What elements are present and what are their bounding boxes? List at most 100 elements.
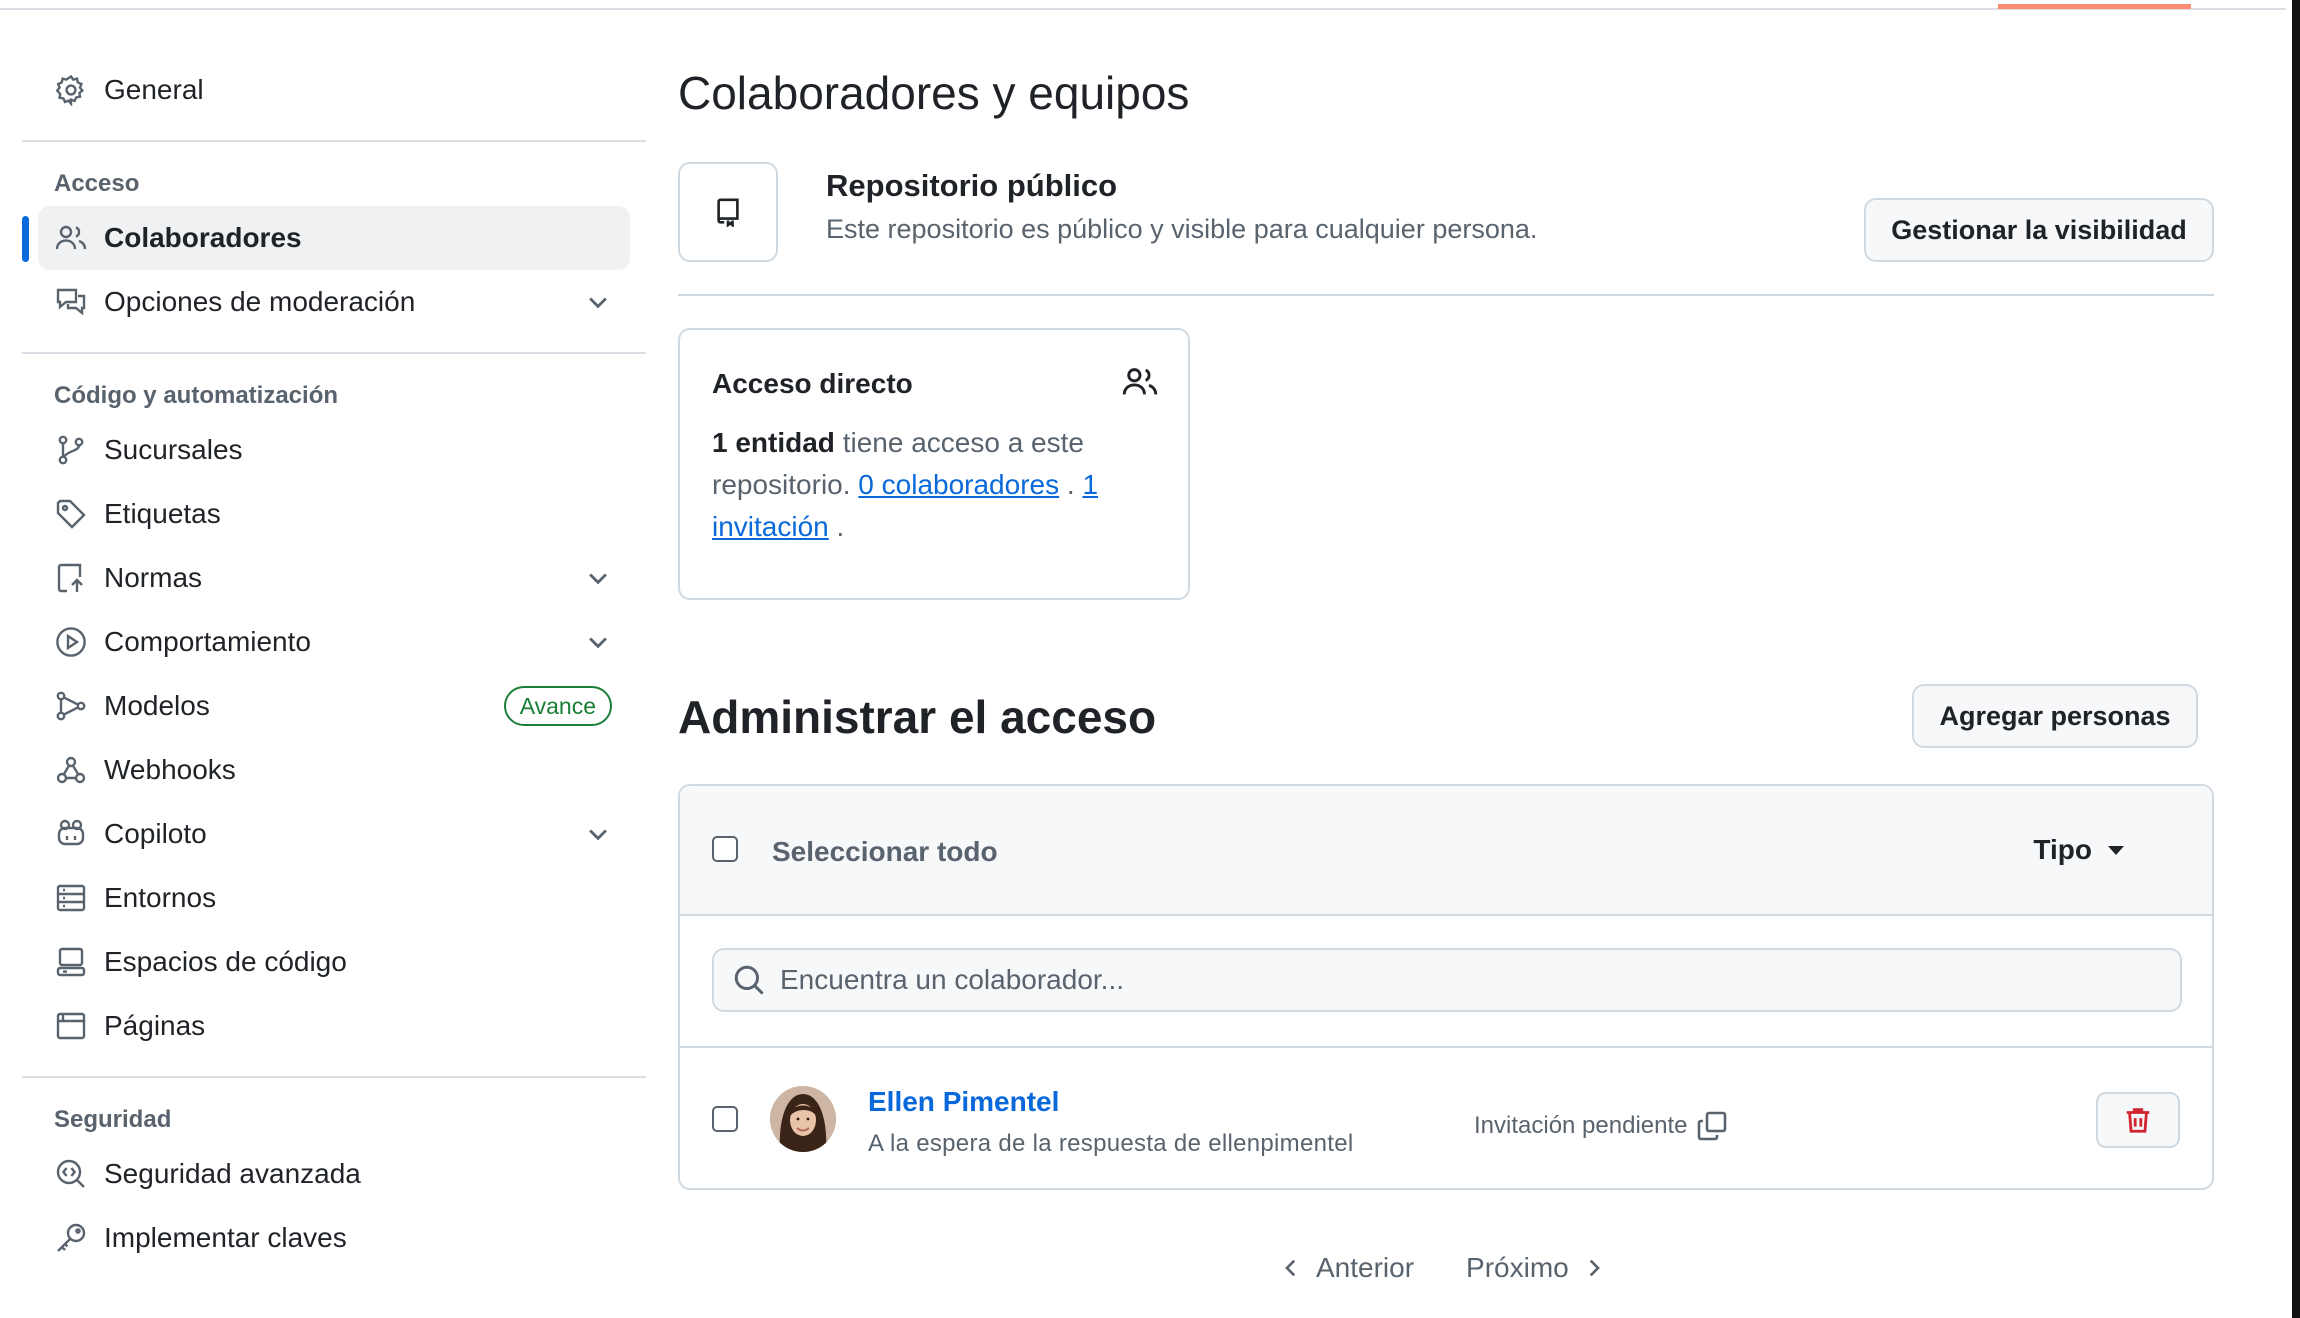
sidebar-item-copilot[interactable]: Copiloto <box>22 802 646 866</box>
sidebar-item-branches[interactable]: Sucursales <box>22 418 646 482</box>
divider <box>678 294 2214 296</box>
sidebar-item-label: Opciones de moderación <box>104 286 416 317</box>
divider <box>22 140 646 142</box>
collaborator-name-link[interactable]: Ellen Pimentel <box>868 1086 1059 1118</box>
server-icon <box>54 881 88 915</box>
row-checkbox[interactable] <box>712 1106 738 1132</box>
gear-icon <box>54 73 88 107</box>
chevron-down-icon[interactable] <box>584 820 612 848</box>
type-filter-dropdown[interactable]: Tipo <box>2033 834 2124 866</box>
search-input[interactable] <box>780 964 2160 996</box>
sidebar-item-label: General <box>104 74 204 105</box>
collaborators-link[interactable]: 0 colaboradores <box>858 469 1059 500</box>
sidebar-item-label: Webhooks <box>104 754 236 785</box>
sidebar-item-environments[interactable]: Entornos <box>22 866 646 930</box>
visibility-description: Este repositorio es público y visible pa… <box>826 214 1538 244</box>
repo-push-icon <box>54 561 88 595</box>
sidebar-item-label: Etiquetas <box>104 498 221 529</box>
direct-access-card: Acceso directo 1 entidad tiene acceso a … <box>678 328 1190 600</box>
remove-collaborator-button[interactable] <box>2096 1092 2180 1148</box>
trash-icon <box>2126 1108 2150 1133</box>
settings-sidebar: General Acceso Colaboradores Opciones de… <box>22 58 646 1270</box>
section-heading-code: Código y automatización <box>54 382 339 409</box>
select-all-label: Seleccionar todo <box>772 836 998 867</box>
comment-discussion-icon <box>54 285 88 319</box>
tag-icon <box>54 497 88 531</box>
visibility-title: Repositorio público <box>826 168 1118 203</box>
window-edge <box>2286 0 2300 1318</box>
search-icon <box>734 965 764 995</box>
workflow-icon <box>54 689 88 723</box>
type-filter-label: Tipo <box>2033 834 2092 865</box>
preview-badge: Avance <box>503 686 612 726</box>
sidebar-item-label: Espacios de código <box>104 946 347 977</box>
sidebar-item-webhooks[interactable]: Webhooks <box>22 738 646 802</box>
repo-icon <box>717 198 739 227</box>
people-icon <box>54 221 88 255</box>
add-people-button[interactable]: Agregar personas <box>1912 684 2198 748</box>
chevron-down-icon[interactable] <box>584 564 612 592</box>
chevron-down-icon[interactable] <box>584 288 612 316</box>
sidebar-item-rules[interactable]: Normas <box>22 546 646 610</box>
sidebar-item-moderation[interactable]: Opciones de moderación <box>22 270 646 334</box>
repo-visibility-icon-box <box>678 162 778 262</box>
sidebar-item-label: Páginas <box>104 1010 206 1041</box>
search-row <box>680 916 2212 1048</box>
invitation-status: Invitación pendiente <box>1474 1110 1728 1142</box>
top-border <box>0 0 2300 10</box>
previous-page-button[interactable]: Anterior <box>1278 1252 1414 1284</box>
chevron-down-icon[interactable] <box>584 628 612 656</box>
sidebar-item-label: Entornos <box>104 882 217 913</box>
sidebar-item-behavior[interactable]: Comportamiento <box>22 610 646 674</box>
sidebar-item-label: Copiloto <box>104 818 207 849</box>
browser-icon <box>54 1009 88 1043</box>
direct-access-title: Acceso directo <box>712 368 913 399</box>
summary-separator: . <box>1059 469 1083 500</box>
pagination: Anterior Próximo <box>1278 1252 1607 1284</box>
collaborator-search <box>712 948 2182 1012</box>
copy-icon[interactable] <box>1696 1110 1728 1142</box>
manage-access-heading: Administrar el acceso <box>678 691 1157 743</box>
sidebar-item-label: Sucursales <box>104 434 243 465</box>
chevron-left-icon <box>1285 1259 1296 1277</box>
sidebar-item-label: Normas <box>104 562 203 593</box>
divider <box>22 1076 646 1078</box>
page-title: Colaboradores y equipos <box>678 67 1190 119</box>
play-icon <box>54 625 88 659</box>
git-branch-icon <box>54 433 88 467</box>
key-icon <box>54 1221 88 1255</box>
summary-end: . <box>828 511 845 542</box>
sidebar-item-deploy-keys[interactable]: Implementar claves <box>22 1206 646 1270</box>
sidebar-item-label: Seguridad avanzada <box>104 1158 361 1189</box>
direct-access-summary: 1 entidad tiene acceso a este repositori… <box>712 422 1162 548</box>
table-header: Seleccionar todo Tipo <box>680 786 2212 916</box>
sidebar-item-tags[interactable]: Etiquetas <box>22 482 646 546</box>
previous-label: Anterior <box>1316 1252 1415 1283</box>
active-tab-underline <box>1998 0 2191 9</box>
sidebar-item-general[interactable]: General <box>22 58 646 122</box>
sidebar-item-collaborators[interactable]: Colaboradores <box>22 206 630 270</box>
section-heading-access: Acceso <box>54 170 140 197</box>
avatar[interactable] <box>770 1086 836 1152</box>
collaborator-subtitle: A la espera de la respuesta de ellenpime… <box>868 1130 1354 1157</box>
next-page-button[interactable]: Próximo <box>1466 1252 1607 1284</box>
divider <box>22 352 646 354</box>
sidebar-item-advanced-security[interactable]: Seguridad avanzada <box>22 1142 646 1206</box>
sidebar-item-label: Implementar claves <box>104 1222 347 1253</box>
sidebar-item-pages[interactable]: Páginas <box>22 994 646 1058</box>
sidebar-item-models[interactable]: Modelos Avance <box>22 674 646 738</box>
people-icon <box>1122 368 1158 395</box>
codescan-icon <box>54 1157 88 1191</box>
access-table: Seleccionar todo Tipo Encuentra un colab… <box>678 784 2214 1190</box>
sidebar-item-label: Modelos <box>104 690 210 721</box>
webhook-icon <box>54 753 88 787</box>
manage-visibility-button[interactable]: Gestionar la visibilidad <box>1864 198 2214 262</box>
section-heading-security: Seguridad <box>54 1106 172 1133</box>
sidebar-item-label: Colaboradores <box>104 222 302 253</box>
chevron-right-icon <box>1589 1259 1600 1277</box>
table-row: Ellen Pimentel A la espera de la respues… <box>680 1048 2212 1188</box>
next-label: Próximo <box>1466 1252 1569 1283</box>
sidebar-item-label: Comportamiento <box>104 626 311 657</box>
select-all-checkbox[interactable] <box>712 836 738 862</box>
sidebar-item-codespaces[interactable]: Espacios de código <box>22 930 646 994</box>
